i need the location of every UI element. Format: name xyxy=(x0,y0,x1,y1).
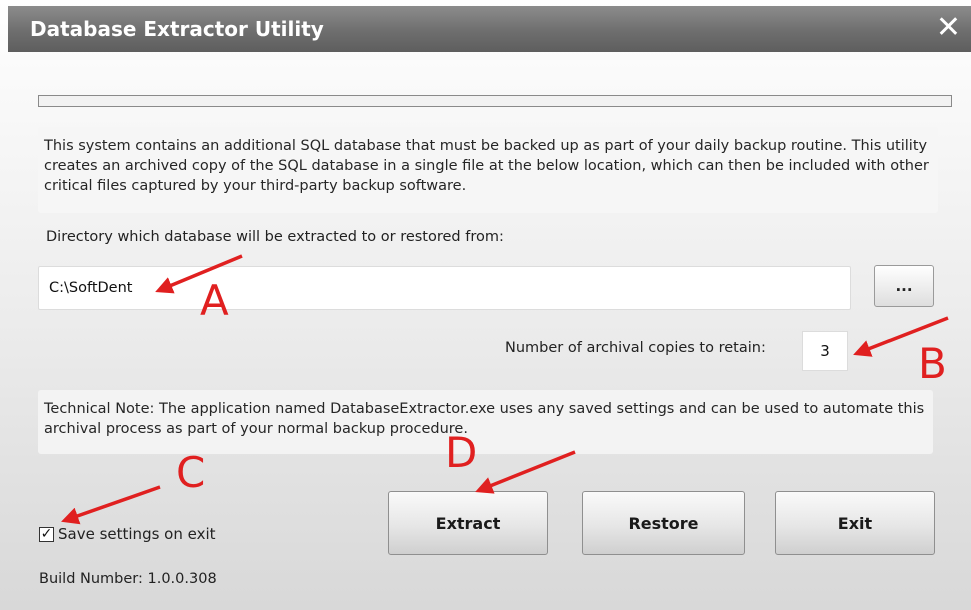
archival-copies-label: Number of archival copies to retain: xyxy=(505,340,766,356)
save-settings-row[interactable]: ✓ Save settings on exit xyxy=(39,525,216,543)
description-text: This system contains an additional SQL d… xyxy=(44,138,929,194)
directory-path-input[interactable] xyxy=(38,266,851,310)
progress-bar xyxy=(38,95,952,107)
directory-label: Directory which database will be extract… xyxy=(46,229,504,245)
extract-button[interactable]: Extract xyxy=(388,491,548,555)
window-title: Database Extractor Utility xyxy=(30,17,324,41)
technical-note-panel: Technical Note: The application named Da… xyxy=(38,390,933,454)
save-settings-label: Save settings on exit xyxy=(58,525,216,543)
build-number: Build Number: 1.0.0.308 xyxy=(39,571,217,587)
archival-copies-input[interactable] xyxy=(802,331,848,371)
dialog-window: Database Extractor Utility ✕ This system… xyxy=(0,0,971,610)
description-panel: This system contains an additional SQL d… xyxy=(38,127,938,213)
checkmark-icon: ✓ xyxy=(40,526,53,542)
technical-note-text: Technical Note: The application named Da… xyxy=(44,401,925,437)
save-settings-checkbox[interactable]: ✓ xyxy=(39,526,54,542)
exit-button[interactable]: Exit xyxy=(775,491,935,555)
title-bar: Database Extractor Utility ✕ xyxy=(8,6,971,52)
browse-button[interactable]: ... xyxy=(874,265,934,307)
close-icon[interactable]: ✕ xyxy=(936,11,961,45)
restore-button[interactable]: Restore xyxy=(582,491,745,555)
